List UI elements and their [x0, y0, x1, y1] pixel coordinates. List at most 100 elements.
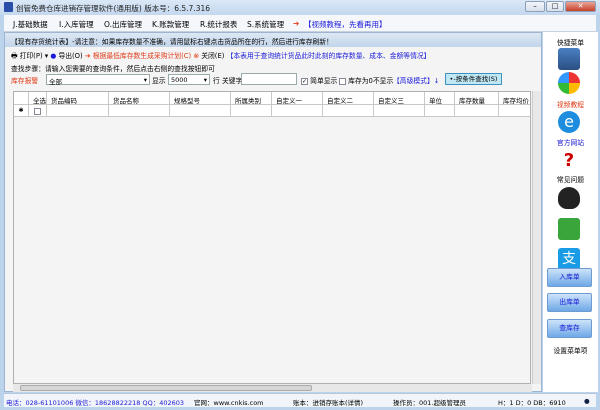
table-cell[interactable]	[47, 105, 109, 117]
show-count-value: 5000	[171, 76, 188, 84]
col-stock-qty[interactable]: 库存数量	[455, 92, 499, 105]
minimize-button[interactable]: –	[525, 1, 545, 12]
operator-info: 操作员：001.超级管理员	[393, 399, 466, 407]
table-cell[interactable]	[272, 105, 323, 117]
header-band: 【现有存货统计表】-请注意：如果库存数量不准确，请用鼠标右键点击货品所在的行，然…	[5, 33, 541, 47]
db-info: H：1 D：0 DB：6910	[498, 399, 566, 407]
simple-display-checkbox[interactable]: ✓ 简单显示	[301, 75, 337, 85]
window-title: 创管免费仓库进销存管理软件(通用版) 版本号：6.5.7.316	[16, 4, 211, 13]
app-icon	[4, 2, 13, 12]
show-count-select[interactable]: 5000 ▾	[168, 74, 210, 85]
menu-video-tutorial[interactable]: 【视频教程，先看再用】	[304, 19, 387, 30]
col-select-all[interactable]: 全选	[29, 92, 47, 105]
printer-icon: 🖶	[11, 52, 18, 60]
notice-text: -请注意：如果库存数量不准确，请用鼠标右键点击货品所在的行，然后进行库存刷新！	[72, 38, 333, 46]
table-cell[interactable]	[231, 105, 272, 117]
col-unit[interactable]: 单位	[425, 92, 455, 105]
account-book-info: 账本：进销存账本(详情)	[293, 399, 364, 407]
advanced-mode-link[interactable]: 【高级模式】↓	[393, 75, 439, 85]
row-checkbox[interactable]	[34, 107, 41, 115]
menu-accounts[interactable]: K.账款管理	[152, 19, 189, 30]
alarm-value: 全部	[49, 78, 62, 86]
col-spec[interactable]: 规格型号	[170, 92, 231, 105]
new-row-marker: ✱	[14, 105, 29, 117]
row-label: 行	[213, 77, 220, 85]
col-custom3[interactable]: 自定义三	[374, 92, 425, 105]
export-icon: ●	[50, 52, 57, 60]
col-item-code[interactable]: 货品编码	[47, 92, 109, 105]
col-item-name[interactable]: 货品名称	[109, 92, 170, 105]
alarm-select[interactable]: 全部 ▾	[46, 74, 150, 86]
menu-settings-link[interactable]: 设置菜单项	[546, 345, 595, 355]
row-header-corner	[14, 92, 29, 105]
close-button[interactable]: ✕	[565, 1, 596, 12]
col-avg-price[interactable]: 库存均价	[499, 92, 530, 105]
keyword-input[interactable]	[241, 73, 297, 85]
video-tutorial-link[interactable]: 视频教程	[546, 99, 595, 109]
alipay-icon[interactable]: 支	[558, 248, 580, 270]
show-label: 显示	[152, 77, 166, 85]
menu-system[interactable]: S.系统管理	[247, 19, 284, 30]
hide-zero-label: 库存为0不显示	[348, 77, 394, 85]
keyword-label: 关键字	[222, 77, 243, 85]
checkbox[interactable]	[339, 77, 346, 85]
info-text: 【本表用于查询统计货品此时此刻的库存数量、成本、金额等情况】	[226, 52, 431, 60]
title-bar: 创管免费仓库进销存管理软件(通用版) 版本号：6.5.7.316 – □ ✕	[0, 0, 600, 15]
qq-icon[interactable]	[558, 187, 580, 209]
contact-info: 电话：028-61101006 微信：18628822218 QQ：402603	[6, 399, 185, 407]
steps-text: 查找步骤：请输入您需要的查询条件，然后点击右侧的查找按钮即可	[11, 65, 215, 73]
inventory-grid: 全选 货品编码 货品名称 规格型号 所属类别 自定义一 自定义二 自定义三 单位…	[13, 91, 531, 384]
alarm-label: 库存报警	[11, 77, 39, 85]
calculator-icon[interactable]	[558, 48, 580, 70]
close-panel-button[interactable]: 关闭(E)	[201, 52, 224, 60]
inventory-panel: 【现有存货统计表】-请注意：如果库存数量不准确，请用鼠标右键点击货品所在的行，然…	[4, 32, 542, 392]
col-custom2[interactable]: 自定义二	[323, 92, 374, 105]
table-cell[interactable]	[170, 105, 231, 117]
chevron-down-icon: ▾	[203, 76, 207, 84]
arrow-icon: ➔	[293, 19, 300, 28]
video-play-icon[interactable]	[558, 72, 580, 94]
table-cell[interactable]	[323, 105, 374, 117]
arrow-icon: ➔	[84, 52, 91, 60]
maximize-button[interactable]: □	[546, 1, 564, 12]
col-category[interactable]: 所属类别	[231, 92, 272, 105]
col-custom1[interactable]: 自定义一	[272, 92, 323, 105]
status-bar: 电话：028-61101006 微信：18628822218 QQ：402603…	[4, 393, 596, 407]
quick-menu-title: 快捷菜单	[556, 39, 585, 47]
outbound-order-button[interactable]: 出库单	[547, 293, 592, 312]
table-cell[interactable]	[499, 105, 530, 117]
table-cell[interactable]	[109, 105, 170, 117]
table-cell[interactable]	[374, 105, 425, 117]
menu-outbound[interactable]: O.出库管理	[104, 19, 142, 30]
checkbox-checked[interactable]: ✓	[301, 77, 308, 85]
chevron-down-icon: ▾	[143, 76, 147, 84]
official-website-link[interactable]: 官方网站	[546, 137, 595, 147]
purchase-plan-button[interactable]: 根据最低库存数生成采购计划(C)	[93, 52, 191, 60]
close-icon: ⊗	[193, 52, 200, 60]
menu-bar: J.基础数据 I.入库管理 O.出库管理 K.账款管理 R.统计报表 S.系统管…	[4, 15, 596, 32]
print-button[interactable]: 打印(P)	[20, 52, 43, 60]
question-icon[interactable]: ?	[558, 150, 580, 172]
website-info: 官网：www.cnkis.com	[194, 399, 264, 407]
table-cell[interactable]	[455, 105, 499, 117]
menu-reports[interactable]: R.统计报表	[200, 19, 237, 30]
export-button[interactable]: 导出(O)	[58, 52, 82, 60]
inbound-order-button[interactable]: 入库单	[547, 268, 592, 287]
panel-title: 【现有存货统计表】	[11, 38, 73, 46]
vertical-scrollbar[interactable]	[532, 91, 541, 384]
table-cell[interactable]	[425, 105, 455, 117]
menu-basic-data[interactable]: J.基础数据	[13, 19, 48, 30]
wechat-icon[interactable]	[558, 218, 580, 240]
ie-browser-icon[interactable]: e	[558, 111, 580, 133]
hide-zero-checkbox[interactable]: 库存为0不显示	[339, 75, 393, 85]
check-stock-button[interactable]: 查库存	[547, 319, 592, 338]
toolbar: 🖶 打印(P) ▾ ● 导出(O) ➔ 根据最低库存数生成采购计划(C) ⊗ 关…	[11, 52, 431, 60]
faq-link[interactable]: 常见问题	[546, 174, 595, 184]
simple-display-label: 简单显示	[310, 77, 338, 85]
menu-inbound[interactable]: I.入库管理	[59, 19, 94, 30]
table-row[interactable]	[29, 105, 47, 117]
search-button[interactable]: •-按条件查找(S)	[445, 73, 502, 85]
status-globe-icon: ●	[584, 397, 590, 405]
horizontal-scrollbar[interactable]	[13, 384, 532, 392]
scrollbar-thumb[interactable]	[20, 385, 312, 391]
